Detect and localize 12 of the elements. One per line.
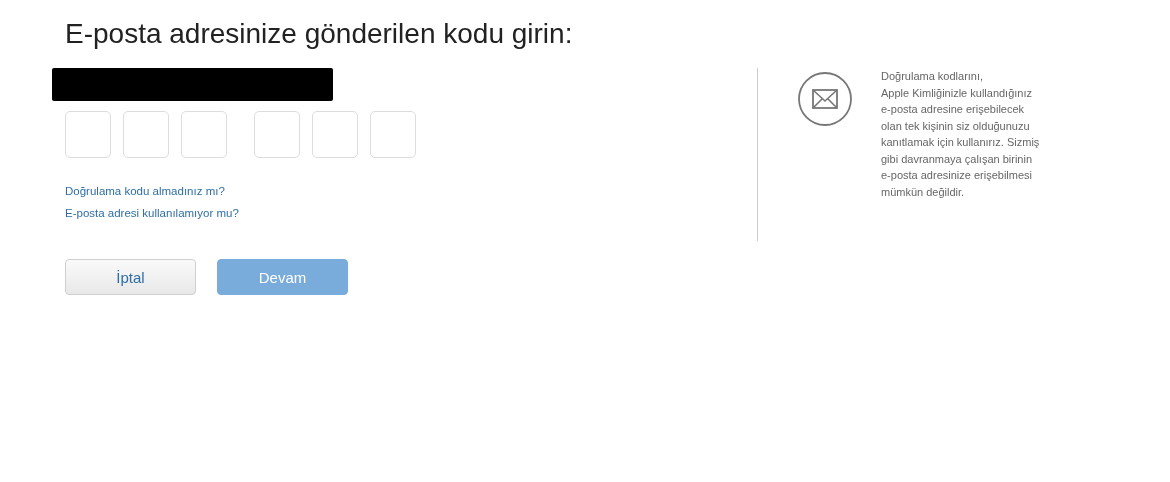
help-link[interactable]: Doğrulama kodu almadınız mı? <box>65 185 225 197</box>
code-digit-field[interactable] <box>65 111 111 158</box>
code-digit-field[interactable] <box>254 111 300 158</box>
cancel-button[interactable]: İptal <box>65 259 196 295</box>
code-digit-field[interactable] <box>370 111 416 158</box>
code-digit-field[interactable] <box>181 111 227 158</box>
code-digit-field[interactable] <box>312 111 358 158</box>
info-paragraph: Doğrulama kodlarını, Apple Kimliğinizle kullandığınız e-posta adresine erişebilecek olan tek kişinin siz olduğunuzu kanıtlamak için kullanırız. Sizmiş gibi davranmaya çalışan birinin e-posta adresinize erişebilmesi mümkün değildir. <box>881 69 1040 200</box>
envelope-icon <box>797 71 853 127</box>
page-title: E-posta adresinize gönderilen kodu girin: <box>65 17 574 51</box>
help-link[interactable]: E-posta adresi kullanılamıyor mu? <box>65 207 239 219</box>
code-digit-field[interactable] <box>123 111 169 158</box>
